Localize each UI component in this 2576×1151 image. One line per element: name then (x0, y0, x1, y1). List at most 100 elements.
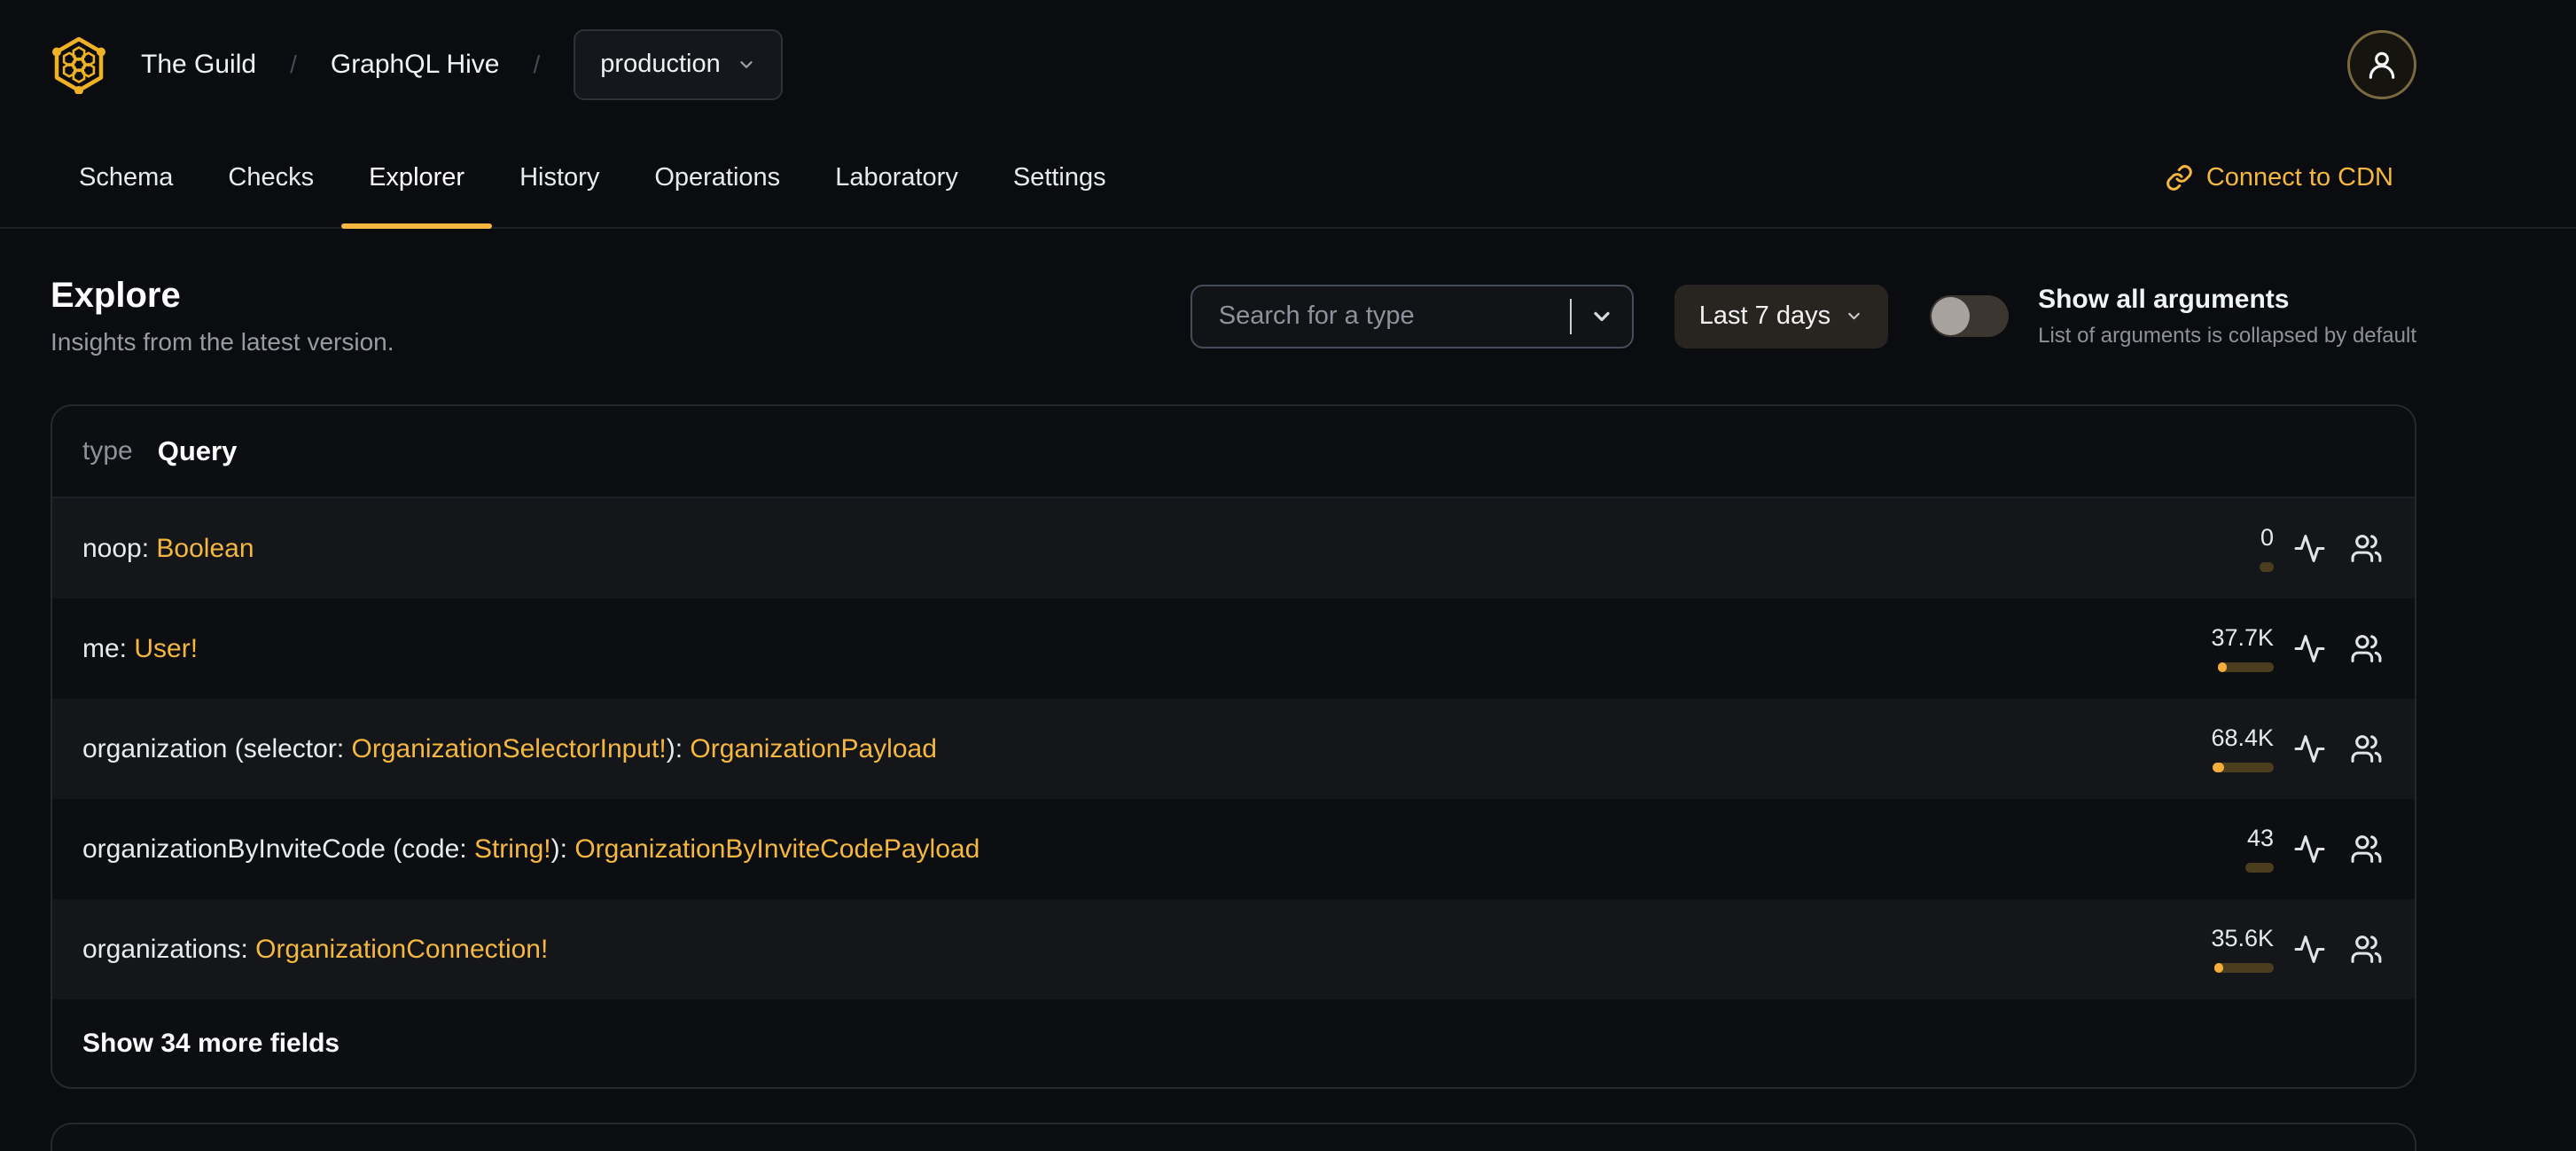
field-type-link[interactable]: OrganizationPayload (690, 734, 937, 763)
usage-bar-fill (2218, 662, 2227, 673)
field-usage-cluster: 43 (2158, 824, 2383, 873)
nav-tab-label: Laboratory (835, 163, 958, 192)
nav-tab-label: Operations (654, 163, 781, 192)
type-card-header: type Query (52, 406, 2415, 498)
nav-tabs: Schema Checks Explorer History Operation… (51, 129, 1134, 229)
page-heading: Explore Insights from the latest version… (51, 276, 394, 356)
usage-count: 43 (2246, 824, 2274, 851)
type-card: type Query noop: Boolean 0 me: User! 37.… (51, 404, 2416, 1089)
users-icon[interactable] (2349, 732, 2383, 766)
user-avatar-button[interactable] (2347, 29, 2416, 99)
field-usage-cluster: 0 (2158, 523, 2383, 573)
field-type-link[interactable]: OrganizationConnection! (255, 935, 548, 964)
field-text: me: (82, 633, 135, 663)
link-icon (2166, 164, 2193, 192)
usage-bar (2214, 963, 2274, 974)
usage-bar (2260, 562, 2274, 573)
nav-tab[interactable]: Laboratory (808, 129, 986, 227)
activity-icon[interactable] (2292, 933, 2326, 967)
field-type-link[interactable]: User! (134, 634, 198, 663)
active-tab-underline (341, 223, 493, 229)
nav-tab[interactable]: Explorer (341, 129, 493, 229)
breadcrumb-project[interactable]: GraphQL Hive (331, 50, 500, 80)
field-text: organizationByInviteCode (code: (82, 834, 474, 864)
field-signature: noop: Boolean (82, 534, 254, 564)
target-selector-value: production (600, 50, 721, 78)
users-icon[interactable] (2349, 532, 2383, 566)
next-type-card-partial (51, 1123, 2416, 1151)
field-row[interactable]: me: User! 37.7K (52, 599, 2415, 699)
activity-icon[interactable] (2292, 833, 2326, 866)
nav-tab[interactable]: Checks (200, 129, 341, 227)
user-icon (2365, 48, 2399, 82)
chevron-down-icon (1845, 307, 1863, 325)
breadcrumb-separator: / (290, 50, 297, 78)
usage-bar (2213, 763, 2274, 773)
field-usage: 43 (2158, 824, 2274, 873)
field-text: ): (666, 733, 691, 763)
top-bar: The Guild / GraphQL Hive / production (0, 0, 2576, 129)
usage-count: 37.7K (2211, 623, 2274, 651)
field-type-link[interactable]: Boolean (156, 534, 254, 563)
activity-icon[interactable] (2292, 732, 2326, 766)
usage-count: 68.4K (2211, 724, 2274, 751)
nav-tab-label: Explorer (369, 163, 465, 192)
field-row[interactable]: organizations: OrganizationConnection! 3… (52, 899, 2415, 999)
field-type-link[interactable]: OrganizationByInviteCodePayload (574, 834, 980, 864)
field-text: organizations: (82, 934, 256, 964)
usage-bar (2218, 662, 2274, 673)
toggle-label: Show all arguments (2038, 284, 2290, 314)
breadcrumb: The Guild / GraphQL Hive / production (51, 28, 783, 100)
page-subtitle: Insights from the latest version. (51, 328, 394, 356)
breadcrumb-org[interactable]: The Guild (141, 50, 256, 80)
usage-bar-fill (2214, 963, 2223, 974)
divider (1569, 298, 1572, 334)
show-more-fields-button[interactable]: Show 34 more fields (52, 999, 2415, 1087)
connect-cdn-link[interactable]: Connect to CDN (2166, 163, 2393, 192)
period-selector[interactable]: Last 7 days (1674, 284, 1889, 348)
field-row[interactable]: organizationByInviteCode (code: String!)… (52, 799, 2415, 899)
nav-tab[interactable]: History (492, 129, 627, 227)
type-kind-label: type (82, 436, 133, 466)
field-usage-cluster: 35.6K (2158, 925, 2383, 974)
nav-tab[interactable]: Operations (627, 129, 808, 227)
field-signature: organizationByInviteCode (code: String!)… (82, 834, 980, 865)
nav-tab-label: Settings (1012, 163, 1106, 192)
fields-list: noop: Boolean 0 me: User! 37.7K organiza… (52, 498, 2415, 999)
toggle-sublabel: List of arguments is collapsed by defaul… (2038, 323, 2416, 348)
field-row[interactable]: organization (selector: OrganizationSele… (52, 699, 2415, 799)
field-text: ): (550, 834, 575, 864)
users-icon[interactable] (2349, 933, 2383, 967)
field-type-link[interactable]: OrganizationSelectorInput! (352, 734, 667, 763)
breadcrumb-separator: / (533, 50, 541, 78)
main-content: Explore Insights from the latest version… (51, 276, 2416, 1151)
chevron-down-icon (737, 55, 756, 74)
toggle-knob (1932, 297, 1971, 335)
nav-tab[interactable]: Settings (986, 129, 1134, 227)
field-usage: 37.7K (2158, 623, 2274, 673)
activity-icon[interactable] (2292, 532, 2326, 566)
type-name: Query (157, 435, 238, 466)
target-selector[interactable]: production (574, 28, 783, 100)
field-type-link[interactable]: String! (474, 834, 551, 864)
field-row[interactable]: noop: Boolean 0 (52, 498, 2415, 599)
search-dropdown-control[interactable] (1569, 285, 1634, 348)
chevron-down-icon (1589, 304, 1614, 329)
field-text: noop: (82, 533, 157, 563)
field-usage-cluster: 68.4K (2158, 724, 2383, 773)
field-usage: 0 (2158, 523, 2274, 573)
field-signature: me: User! (82, 634, 198, 664)
users-icon[interactable] (2349, 833, 2383, 866)
nav-tab[interactable]: Schema (51, 129, 200, 227)
hive-logo-icon[interactable] (51, 35, 107, 94)
search-input[interactable] (1190, 284, 1634, 348)
usage-bar (2245, 863, 2274, 873)
show-arguments-toggle[interactable] (1930, 295, 2010, 337)
usage-count: 0 (2260, 523, 2274, 551)
field-signature: organizations: OrganizationConnection! (82, 935, 548, 965)
section-header: Explore Insights from the latest version… (51, 276, 2416, 356)
nav-tab-label: History (519, 163, 600, 192)
activity-icon[interactable] (2292, 632, 2326, 666)
users-icon[interactable] (2349, 632, 2383, 666)
field-text: organization (selector: (82, 733, 352, 763)
